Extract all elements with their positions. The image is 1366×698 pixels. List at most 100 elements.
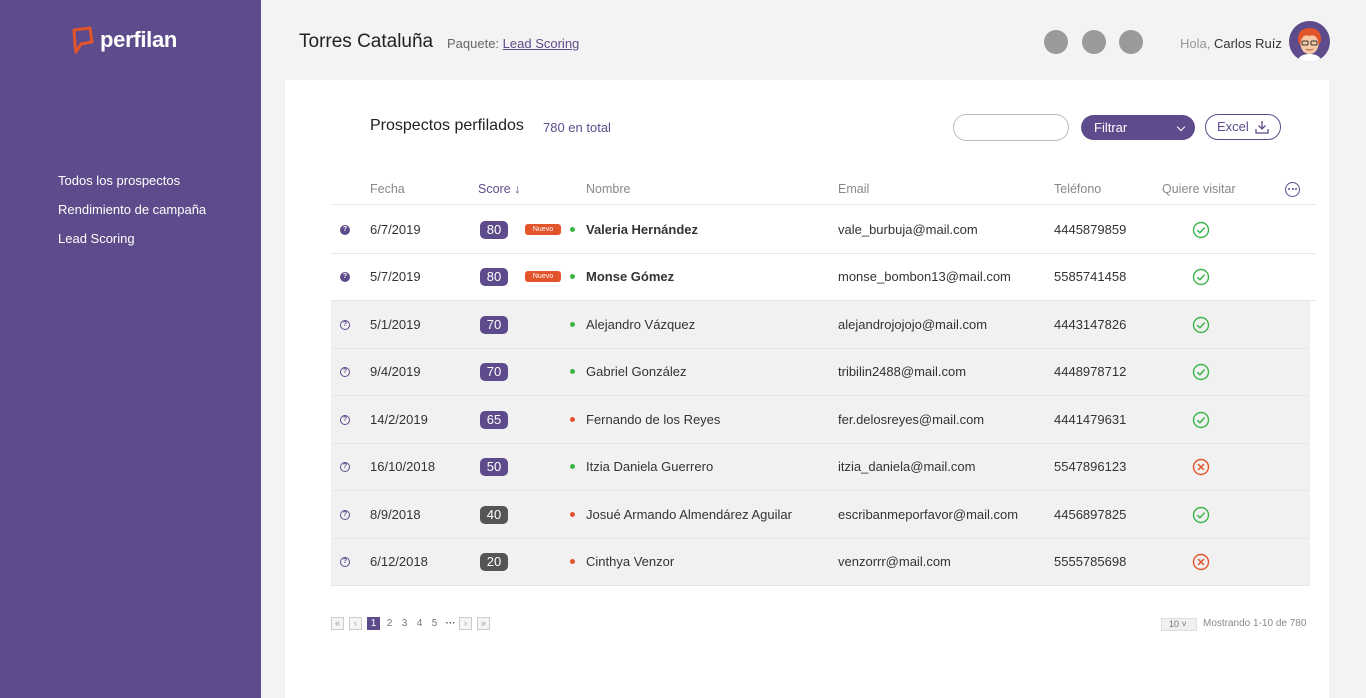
row-email[interactable]: vale_burbuja@mail.com xyxy=(838,222,978,237)
page-1[interactable]: 1 xyxy=(367,617,380,630)
row-email[interactable]: tribilin2488@mail.com xyxy=(838,364,966,379)
page-5[interactable]: 5 xyxy=(427,618,442,629)
row-date: 5/7/2019 xyxy=(370,269,421,285)
row-name[interactable]: Josué Armando Almendárez Aguilar xyxy=(586,507,792,522)
sidebar: perfilan Todos los prospectos Rendimient… xyxy=(0,0,261,698)
column-score[interactable]: Score ↓ xyxy=(478,182,520,196)
column-email[interactable]: Email xyxy=(838,182,869,196)
pagination: « ‹ 1 2 3 4 5 ··· › » xyxy=(331,617,495,630)
user-name: Carlos Ruíz xyxy=(1213,36,1282,51)
ellipsis-icon[interactable]: ··· xyxy=(442,618,459,629)
next-page-icon[interactable]: › xyxy=(459,617,472,630)
page-3[interactable]: 3 xyxy=(397,618,412,629)
row-email[interactable]: venzorrr@mail.com xyxy=(838,554,951,569)
help-icon[interactable]: ? xyxy=(340,319,350,330)
new-badge: Nuevo xyxy=(525,223,561,235)
help-icon[interactable]: ? xyxy=(340,367,350,378)
table-row[interactable]: ? 6/7/2019 80 Nuevo Valeria Hernández vale_bu… xyxy=(331,206,1316,254)
table-row[interactable]: ? 5/7/2019 80 Nuevo Monse Gómez monse_bombon1… xyxy=(331,254,1316,301)
logo-icon xyxy=(72,26,94,54)
row-name[interactable]: Valeria Hernández xyxy=(586,222,698,237)
page-4[interactable]: 4 xyxy=(412,618,427,629)
row-date: 16/10/2018 xyxy=(370,459,436,475)
row-phone: 5555785698 xyxy=(1054,554,1127,570)
user-greeting: Hola, Carlos Ruíz xyxy=(1180,36,1282,51)
chevron-down-icon: ˅ xyxy=(1181,619,1187,629)
help-icon[interactable]: ? xyxy=(340,557,350,568)
status-dot-icon xyxy=(570,226,575,232)
status-dot-icon xyxy=(570,559,575,565)
table-row[interactable]: ? 14/2/2019 65 Fernando de los Reyes fer.del… xyxy=(331,396,1310,444)
row-phone: 4441479631 xyxy=(1054,411,1127,427)
filter-dropdown[interactable]: Filtrar xyxy=(1081,115,1195,140)
sidebar-item-lead-scoring[interactable]: Lead Scoring xyxy=(58,231,206,260)
brand-name: perfilan xyxy=(100,27,178,52)
row-email[interactable]: escribanmeporfavor@mail.com xyxy=(838,507,1018,522)
row-date: 6/7/2019 xyxy=(370,221,421,237)
status-dot-icon xyxy=(570,464,575,470)
check-circle-icon xyxy=(1192,506,1210,529)
company-name: Torres Cataluña xyxy=(299,31,434,52)
header-action-2-icon[interactable] xyxy=(1082,30,1106,54)
more-options-icon[interactable] xyxy=(1285,182,1300,197)
status-dot-icon xyxy=(570,274,575,280)
sidebar-item-rendimiento-de-campana[interactable]: Rendimiento de campaña xyxy=(58,202,206,231)
row-phone: 5585741458 xyxy=(1054,269,1127,285)
avatar[interactable] xyxy=(1289,21,1330,62)
row-phone: 5547896123 xyxy=(1054,459,1127,475)
row-email[interactable]: alejandrojojojo@mail.com xyxy=(838,317,987,332)
column-telefono[interactable]: Teléfono xyxy=(1054,182,1101,196)
search-input[interactable] xyxy=(953,114,1069,141)
chevron-down-icon xyxy=(1176,122,1186,132)
table-row[interactable]: ? 9/4/2019 70 Gabriel González tribilin2488@… xyxy=(331,348,1310,396)
row-date: 9/4/2019 xyxy=(370,364,421,380)
help-icon[interactable]: ? xyxy=(340,272,350,283)
prev-page-icon[interactable]: ‹ xyxy=(349,617,362,630)
column-fecha[interactable]: Fecha xyxy=(370,182,405,196)
help-icon[interactable]: ? xyxy=(340,462,350,473)
row-name[interactable]: Itzia Daniela Guerrero xyxy=(586,459,713,474)
sidebar-item-todos-los-prospectos[interactable]: Todos los prospectos xyxy=(58,173,206,202)
excel-label: Excel xyxy=(1217,119,1249,134)
score-badge: 70 xyxy=(480,315,508,334)
check-circle-icon xyxy=(1192,363,1210,386)
first-page-icon[interactable]: « xyxy=(331,617,344,630)
help-icon[interactable]: ? xyxy=(340,224,350,235)
row-phone: 4456897825 xyxy=(1054,506,1127,522)
row-name[interactable]: Monse Gómez xyxy=(586,269,674,284)
help-icon[interactable]: ? xyxy=(340,509,350,520)
showing-range: Mostrando 1-10 de 780 xyxy=(1203,618,1307,629)
header-action-1-icon[interactable] xyxy=(1044,30,1068,54)
row-name[interactable]: Cinthya Venzor xyxy=(586,554,674,569)
close-circle-icon xyxy=(1192,553,1210,576)
column-nombre[interactable]: Nombre xyxy=(586,182,630,196)
per-page-value: 10 xyxy=(1169,619,1180,629)
table-row[interactable]: ? 8/9/2018 40 Josué Armando Almendárez Agui… xyxy=(331,491,1310,539)
score-badge: 40 xyxy=(480,505,508,524)
package-link[interactable]: Lead Scoring xyxy=(503,36,580,51)
row-name[interactable]: Alejandro Vázquez xyxy=(586,317,695,332)
help-icon[interactable]: ? xyxy=(340,414,350,425)
column-quiere-visitar[interactable]: Quiere visitar xyxy=(1162,182,1236,196)
table-row[interactable]: ? 5/1/2019 70 Alejandro Vázquez alejandrojoj… xyxy=(331,301,1310,349)
status-dot-icon xyxy=(570,416,575,422)
last-page-icon[interactable]: » xyxy=(477,617,490,630)
sort-arrow-down-icon: ↓ xyxy=(514,182,521,196)
row-email[interactable]: monse_bombon13@mail.com xyxy=(838,269,1011,284)
main-card: Prospectos perfilados 780 en total Filtr… xyxy=(285,80,1329,698)
row-email[interactable]: itzia_daniela@mail.com xyxy=(838,459,975,474)
page-2[interactable]: 2 xyxy=(382,618,397,629)
score-badge: 20 xyxy=(480,553,508,572)
row-name[interactable]: Gabriel González xyxy=(586,364,686,379)
check-circle-icon xyxy=(1192,268,1210,291)
per-page-select[interactable]: 10 ˅ xyxy=(1161,618,1197,631)
header-action-3-icon[interactable] xyxy=(1119,30,1143,54)
row-email[interactable]: fer.delosreyes@mail.com xyxy=(838,412,984,427)
table-row[interactable]: ? 6/12/2018 20 Cinthya Venzor venzorrr@mail.… xyxy=(331,538,1310,586)
logo[interactable]: perfilan xyxy=(70,25,177,55)
row-name[interactable]: Fernando de los Reyes xyxy=(586,412,720,427)
excel-export-button[interactable]: Excel xyxy=(1205,114,1281,140)
row-date: 8/9/2018 xyxy=(370,506,421,522)
greeting-label: Hola, xyxy=(1180,36,1211,51)
table-row[interactable]: ? 16/10/2018 50 Itzia Daniela Guerrero itzia… xyxy=(331,443,1310,491)
